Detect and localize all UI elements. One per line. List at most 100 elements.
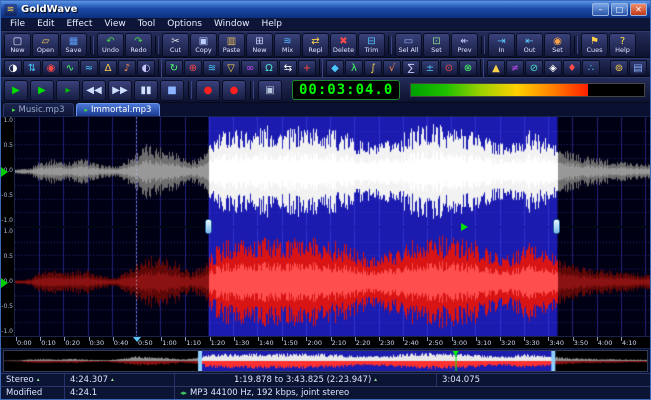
effect-icon[interactable]: ≋ — [203, 59, 221, 76]
record-new-button[interactable]: ● — [222, 79, 246, 101]
effect-icon[interactable]: ◉ — [42, 59, 60, 76]
effect-icon[interactable]: ∑ — [402, 59, 420, 76]
effect-icon[interactable]: ⊕ — [184, 59, 202, 76]
effect-icon[interactable]: λ — [345, 59, 363, 76]
stop-button[interactable]: ■ — [160, 79, 184, 101]
menu-view[interactable]: View — [98, 18, 131, 30]
effect-icon[interactable]: ♪ — [118, 59, 136, 76]
effect-icon[interactable]: ⇅ — [23, 59, 41, 76]
effect-icon[interactable]: Δ — [99, 59, 117, 76]
prev-button[interactable]: ↞ Prev — [451, 32, 478, 57]
right-channel-marker-icon[interactable] — [1, 278, 8, 288]
toolbar-separator — [574, 35, 578, 54]
open-button[interactable]: ▱ Open — [32, 32, 59, 57]
mix-button[interactable]: ≋ Mix — [274, 32, 301, 57]
ruler-label: 0:10 — [41, 339, 56, 347]
menu-file[interactable]: File — [4, 18, 31, 30]
effect-icon[interactable]: ◐ — [137, 59, 155, 76]
tab-music-mp3[interactable]: ▸ Music.mp3 — [3, 103, 74, 116]
select-all-button[interactable]: ▭ Sel All — [395, 32, 422, 57]
left-channel-marker-icon[interactable] — [1, 167, 8, 177]
effect-icon[interactable]: ▤ — [629, 59, 647, 76]
marker-set-button[interactable]: ◉ Set — [544, 32, 571, 57]
effect-icon[interactable]: ∴ — [582, 59, 600, 76]
selection-start-handle[interactable] — [205, 219, 212, 234]
cue-marker-icon[interactable] — [132, 337, 141, 342]
effect-icon[interactable]: ⊙ — [440, 59, 458, 76]
playhead-marker-icon[interactable] — [461, 223, 468, 231]
effect-icon[interactable]: ∫ — [364, 59, 382, 76]
menu-options[interactable]: Options — [161, 18, 208, 30]
effect-icon[interactable]: ∿ — [61, 59, 79, 76]
effect-icon[interactable]: ⊗ — [459, 59, 477, 76]
delete-button[interactable]: ✖ Delete — [330, 32, 357, 57]
pause-button[interactable]: ▮▮ — [134, 79, 158, 101]
save-button[interactable]: ▦ Save — [60, 32, 87, 57]
left-channel-waveform[interactable] — [15, 117, 650, 226]
menu-effect[interactable]: Effect — [61, 18, 99, 30]
effect-icon[interactable]: ▲ — [487, 59, 505, 76]
right-channel-waveform[interactable] — [15, 227, 650, 336]
replace-button[interactable]: ⇄ Repl — [302, 32, 329, 57]
effect-icon[interactable]: √ — [383, 59, 401, 76]
menu-window[interactable]: Window — [208, 18, 256, 30]
play-selection-button[interactable]: ▸ — [56, 79, 80, 101]
toolbar-separator — [158, 58, 162, 77]
set-selection-button[interactable]: ⊡ Set — [423, 32, 450, 57]
fast-forward-button[interactable]: ▶▶ — [108, 79, 132, 101]
ruler-label: 0:20 — [65, 339, 80, 347]
maximize-button[interactable]: □ — [611, 3, 628, 16]
menu-edit[interactable]: Edit — [31, 18, 60, 30]
effect-icon[interactable]: ◆ — [326, 59, 344, 76]
effect-icon[interactable]: ↻ — [165, 59, 183, 76]
record-button[interactable]: ● — [196, 79, 220, 101]
rewind-button[interactable]: ◀◀ — [82, 79, 106, 101]
play-all-button[interactable]: ▶ — [30, 79, 54, 101]
effect-icon[interactable]: + — [298, 59, 316, 76]
control-toolbar: ▶ ▶ ▸ ◀◀ ▶▶ ▮▮ ■ ● ● ▣ 00:03:04.0 — [1, 77, 650, 103]
cut-button[interactable]: ✂ Cut — [162, 32, 189, 57]
cues-button[interactable]: ⚑ Cues — [581, 32, 608, 57]
redo-button[interactable]: ↷ Redo — [125, 32, 152, 57]
overview-waveform[interactable] — [3, 350, 648, 372]
effect-icon[interactable]: ▽ — [222, 59, 240, 76]
marker-out-button[interactable]: ⇤ Out — [516, 32, 543, 57]
effect-icon[interactable]: Ω — [260, 59, 278, 76]
status-selection-range[interactable]: 1:19.878 to 3:43.825 (2:23.947) ▴ — [175, 374, 437, 386]
status-channel-mode[interactable]: Stereo ▴ — [1, 374, 65, 386]
status-total-length[interactable]: 4:24.307 ▴ — [65, 374, 175, 386]
effect-icon[interactable]: ± — [421, 59, 439, 76]
minimize-button[interactable]: – — [592, 3, 609, 16]
undo-button[interactable]: ↶ Undo — [97, 32, 124, 57]
menu-help[interactable]: Help — [255, 18, 288, 30]
new-button[interactable]: ▢ New — [4, 32, 31, 57]
marker-in-label: In — [498, 45, 505, 54]
effect-icon[interactable]: ≠ — [506, 59, 524, 76]
play-button[interactable]: ▶ — [4, 79, 28, 101]
close-button[interactable]: ✕ — [630, 3, 647, 16]
monitor-button[interactable]: ▣ — [258, 79, 282, 101]
effect-icon[interactable]: ⊚ — [610, 59, 628, 76]
effect-icon[interactable]: ⇆ — [279, 59, 297, 76]
menu-tool[interactable]: Tool — [132, 18, 161, 30]
time-ruler[interactable]: 0:00 0:10 0:20 0:30 0:40 0:50 1:00 1:10 1:20 1:30… — [16, 337, 650, 348]
marker-in-button[interactable]: ⇥ In — [488, 32, 515, 57]
amplitude-label: -1.0 — [1, 217, 13, 225]
save-label: Save — [65, 45, 82, 54]
copy-button[interactable]: ▣ Copy — [190, 32, 217, 57]
effect-icon[interactable]: ⊘ — [525, 59, 543, 76]
help-button[interactable]: ? Help — [609, 32, 636, 57]
help-label: Help — [615, 45, 630, 54]
effect-icon[interactable]: ≈ — [80, 59, 98, 76]
save-icon: ▦ — [68, 35, 79, 47]
selection-end-handle[interactable] — [553, 219, 560, 234]
effect-icon[interactable]: ◈ — [544, 59, 562, 76]
effect-icon[interactable]: ∞ — [241, 59, 259, 76]
effect-icon[interactable]: ♦ — [563, 59, 581, 76]
paste-button[interactable]: ▥ Paste — [218, 32, 245, 57]
trim-button[interactable]: ⊟ Trim — [358, 32, 385, 57]
effect-icon[interactable]: ◑ — [4, 59, 22, 76]
tab-immortal-mp3[interactable]: ▸ Immortal.mp3 — [75, 103, 161, 116]
status-format: ◂▸ MP3 44100 Hz, 192 kbps, joint stereo — [175, 387, 650, 399]
paste-new-button[interactable]: ⊞ New — [246, 32, 273, 57]
